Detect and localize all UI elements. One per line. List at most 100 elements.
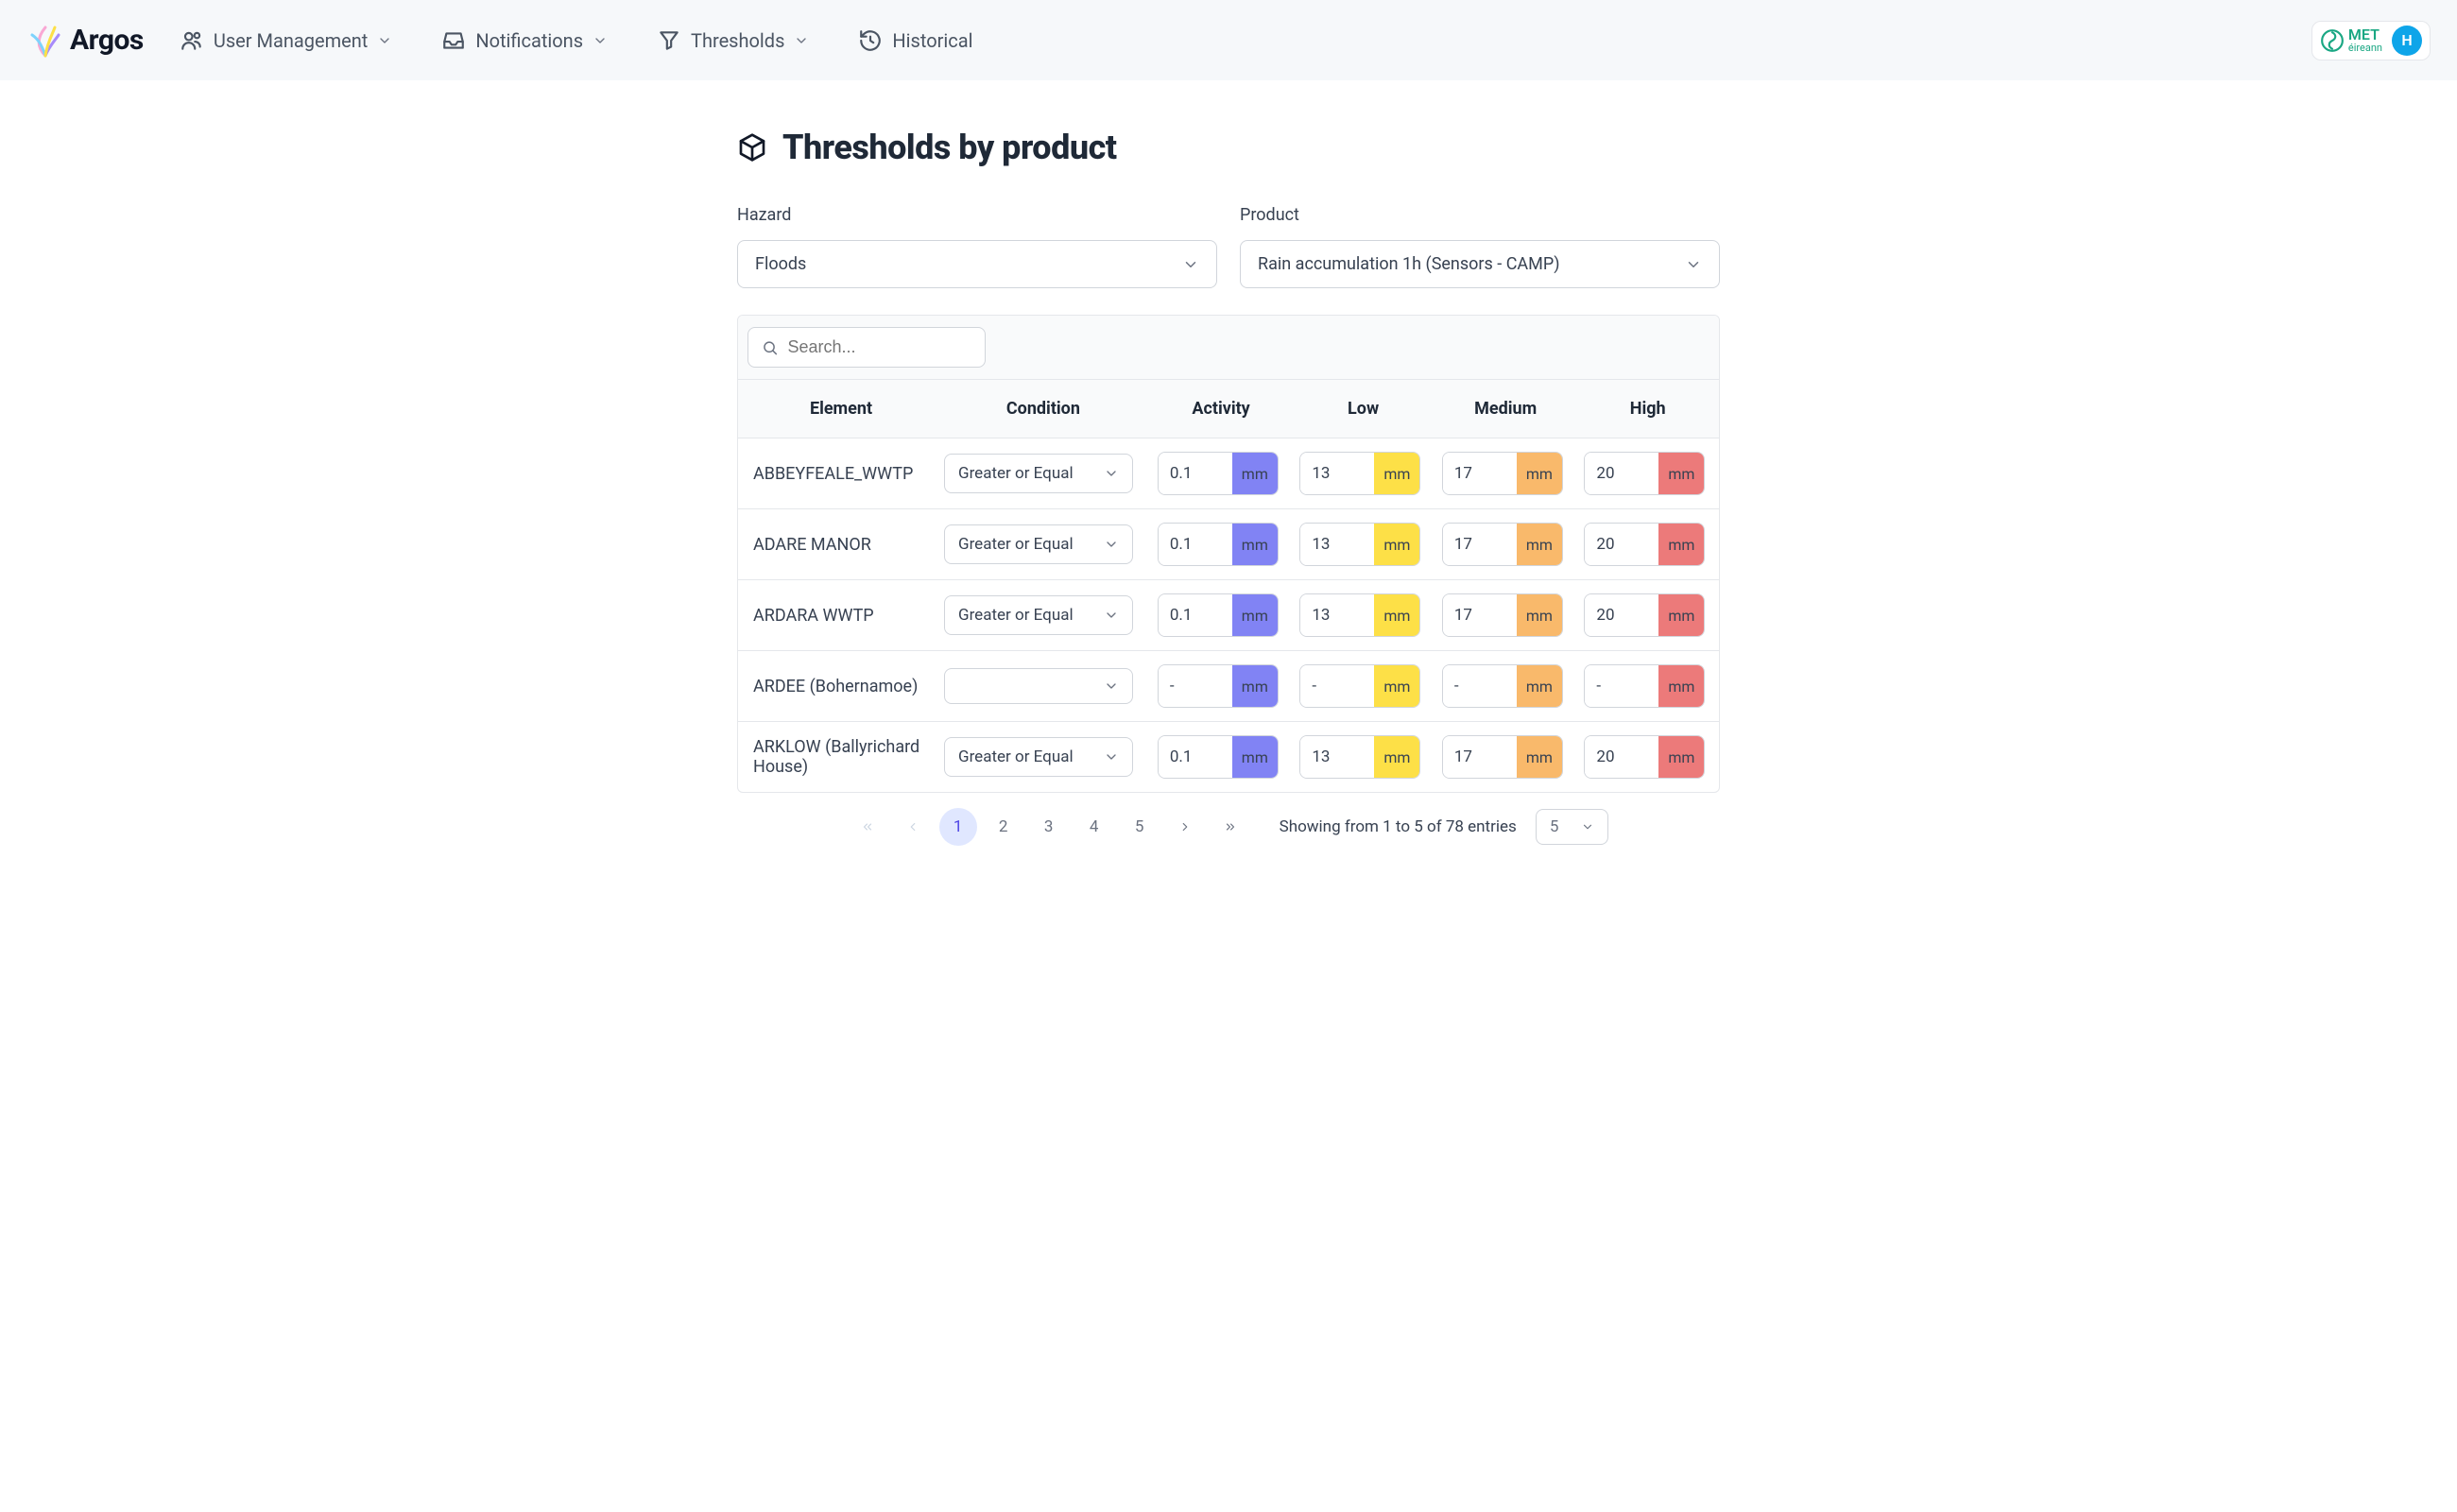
main-content: Thresholds by product Hazard Floods Prod… bbox=[737, 80, 1720, 891]
unit-label: mm bbox=[1232, 594, 1278, 636]
element-cell: ARKLOW (Ballyrichard House) bbox=[738, 722, 936, 793]
value-input[interactable]: 20mm bbox=[1584, 735, 1705, 779]
unit-label: mm bbox=[1658, 665, 1704, 707]
value-text: 17 bbox=[1443, 524, 1517, 565]
chevron-down-icon bbox=[1182, 256, 1199, 273]
chevron-down-icon bbox=[794, 33, 809, 48]
chevron-down-icon bbox=[1104, 608, 1119, 623]
unit-label: mm bbox=[1658, 453, 1704, 494]
nav-label: Notifications bbox=[475, 29, 583, 52]
value-input[interactable]: -mm bbox=[1299, 664, 1420, 708]
condition-select[interactable] bbox=[944, 668, 1133, 704]
condition-select[interactable]: Greater or Equal bbox=[944, 454, 1133, 493]
value-input[interactable]: 0.1mm bbox=[1158, 593, 1279, 637]
value-text: - bbox=[1443, 665, 1517, 707]
unit-label: mm bbox=[1658, 524, 1704, 565]
value-text: 0.1 bbox=[1159, 594, 1232, 636]
condition-select[interactable]: Greater or Equal bbox=[944, 524, 1133, 564]
value-input[interactable]: -mm bbox=[1584, 664, 1705, 708]
condition-select[interactable]: Greater or Equal bbox=[944, 737, 1133, 777]
page-number[interactable]: 4 bbox=[1075, 808, 1113, 846]
nav-thresholds[interactable]: Thresholds bbox=[657, 28, 809, 53]
page-size-select[interactable]: 5 bbox=[1536, 809, 1609, 845]
value-input[interactable]: 20mm bbox=[1584, 523, 1705, 566]
unit-label: mm bbox=[1658, 736, 1704, 778]
value-text: 0.1 bbox=[1159, 736, 1232, 778]
unit-label: mm bbox=[1658, 594, 1704, 636]
table-row: ARKLOW (Ballyrichard House)Greater or Eq… bbox=[738, 722, 1719, 793]
unit-label: mm bbox=[1517, 453, 1562, 494]
hazard-filter: Hazard Floods bbox=[737, 205, 1217, 288]
page-last[interactable] bbox=[1211, 808, 1249, 846]
chevron-down-icon bbox=[1104, 466, 1119, 481]
page-next[interactable] bbox=[1166, 808, 1204, 846]
value-input[interactable]: 13mm bbox=[1299, 735, 1420, 779]
product-select[interactable]: Rain accumulation 1h (Sensors - CAMP) bbox=[1240, 240, 1720, 288]
nav-historical[interactable]: Historical bbox=[858, 28, 972, 53]
page-title: Thresholds by product bbox=[782, 128, 1117, 167]
product-filter: Product Rain accumulation 1h (Sensors - … bbox=[1240, 205, 1720, 288]
value-input[interactable]: 13mm bbox=[1299, 523, 1420, 566]
avatar[interactable]: H bbox=[2392, 26, 2422, 56]
value-input[interactable]: 20mm bbox=[1584, 593, 1705, 637]
nav-notifications[interactable]: Notifications bbox=[441, 28, 608, 53]
unit-label: mm bbox=[1232, 665, 1278, 707]
value-input[interactable]: 17mm bbox=[1442, 452, 1563, 495]
col-high: High bbox=[1576, 380, 1719, 438]
value-text: 20 bbox=[1585, 594, 1658, 636]
element-cell: ADARE MANOR bbox=[738, 509, 936, 580]
main-nav: User Management Notifications Thresholds… bbox=[180, 28, 2276, 53]
col-medium: Medium bbox=[1435, 380, 1577, 438]
nav-label: Thresholds bbox=[691, 29, 784, 52]
page-number[interactable]: 1 bbox=[939, 808, 977, 846]
element-cell: ARDEE (Bohernamoe) bbox=[738, 651, 936, 722]
value-input[interactable]: 0.1mm bbox=[1158, 523, 1279, 566]
users-icon bbox=[180, 28, 204, 53]
value-text: 20 bbox=[1585, 524, 1658, 565]
table-row: ARDARA WWTPGreater or Equal0.1mm13mm17mm… bbox=[738, 580, 1719, 651]
unit-label: mm bbox=[1374, 524, 1419, 565]
topbar-right[interactable]: MET éireann H bbox=[2311, 21, 2431, 60]
value-input[interactable]: 0.1mm bbox=[1158, 452, 1279, 495]
value-text: 20 bbox=[1585, 453, 1658, 494]
value-input[interactable]: -mm bbox=[1158, 664, 1279, 708]
value-input[interactable]: -mm bbox=[1442, 664, 1563, 708]
hazard-select[interactable]: Floods bbox=[737, 240, 1217, 288]
pagination-status: Showing from 1 to 5 of 78 entries bbox=[1280, 817, 1517, 836]
page-prev[interactable] bbox=[894, 808, 932, 846]
value-text: 17 bbox=[1443, 453, 1517, 494]
condition-select[interactable]: Greater or Equal bbox=[944, 595, 1133, 635]
value-input[interactable]: 0.1mm bbox=[1158, 735, 1279, 779]
nav-label: Historical bbox=[892, 29, 972, 52]
hazard-label: Hazard bbox=[737, 205, 1217, 225]
value-text: - bbox=[1300, 665, 1374, 707]
chevron-right-icon bbox=[1178, 820, 1192, 833]
nav-user-management[interactable]: User Management bbox=[180, 28, 392, 53]
chevron-left-icon bbox=[906, 820, 919, 833]
value-input[interactable]: 20mm bbox=[1584, 452, 1705, 495]
value-input[interactable]: 17mm bbox=[1442, 523, 1563, 566]
page-number[interactable]: 3 bbox=[1030, 808, 1068, 846]
nav-label: User Management bbox=[214, 29, 368, 52]
table-row: ABBEYFEALE_WWTPGreater or Equal0.1mm13mm… bbox=[738, 438, 1719, 509]
thresholds-table: Element Condition Activity Low Medium Hi… bbox=[738, 379, 1719, 792]
unit-label: mm bbox=[1517, 524, 1562, 565]
value-text: 13 bbox=[1300, 594, 1374, 636]
page-number[interactable]: 2 bbox=[985, 808, 1022, 846]
brand[interactable]: Argos bbox=[26, 22, 144, 60]
value-text: - bbox=[1159, 665, 1232, 707]
value-text: 0.1 bbox=[1159, 453, 1232, 494]
search-box[interactable] bbox=[747, 327, 986, 368]
col-low: Low bbox=[1292, 380, 1435, 438]
search-input[interactable] bbox=[788, 337, 971, 357]
page-first[interactable] bbox=[849, 808, 886, 846]
swirl-icon bbox=[2320, 28, 2345, 53]
value-input[interactable]: 13mm bbox=[1299, 452, 1420, 495]
unit-label: mm bbox=[1374, 594, 1419, 636]
value-input[interactable]: 13mm bbox=[1299, 593, 1420, 637]
value-input[interactable]: 17mm bbox=[1442, 735, 1563, 779]
value-input[interactable]: 17mm bbox=[1442, 593, 1563, 637]
chevrons-right-icon bbox=[1224, 820, 1237, 833]
table-row: ARDEE (Bohernamoe)-mm-mm-mm-mm bbox=[738, 651, 1719, 722]
page-number[interactable]: 5 bbox=[1121, 808, 1159, 846]
